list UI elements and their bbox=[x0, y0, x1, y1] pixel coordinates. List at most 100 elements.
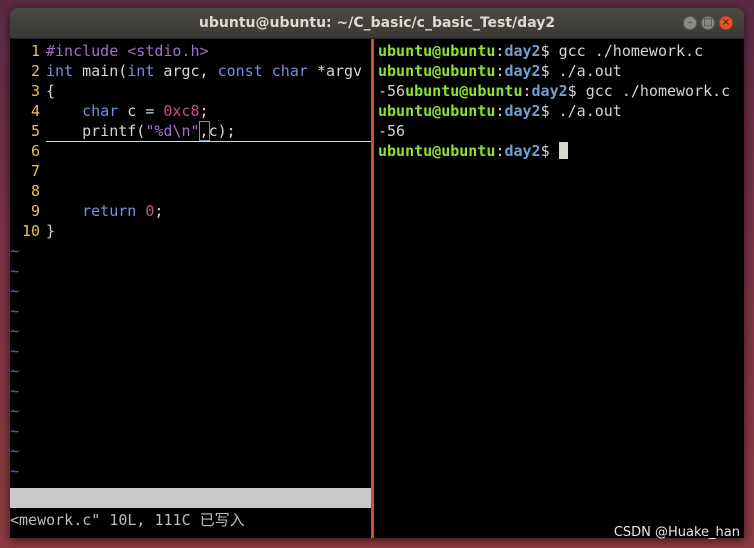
prompt-path: day2 bbox=[504, 42, 541, 60]
code-token: const bbox=[217, 62, 263, 80]
code-token: int bbox=[46, 62, 74, 80]
prompt-user: ubuntu@ubuntu bbox=[378, 102, 496, 120]
empty-line-tilde: ~ bbox=[10, 402, 20, 420]
shell-text: -56 bbox=[378, 82, 406, 100]
code-token: ; bbox=[199, 102, 209, 120]
line-number: 3 bbox=[30, 82, 40, 100]
shell-text: $ gcc ./homework.c bbox=[567, 82, 731, 100]
prompt-user: ubuntu@ubuntu bbox=[378, 42, 496, 60]
code-token: "%d\n" bbox=[145, 122, 200, 140]
shell-text: -56 bbox=[378, 122, 406, 140]
code-token: char bbox=[271, 62, 308, 80]
prompt-user: ubuntu@ubuntu bbox=[378, 142, 496, 160]
shell-line[interactable]: -56 bbox=[378, 121, 405, 141]
code-line[interactable]: 6 bbox=[10, 141, 46, 161]
shell-text: $ bbox=[540, 142, 559, 160]
empty-line-tilde: ~ bbox=[10, 442, 20, 460]
empty-line-tilde: ~ bbox=[10, 262, 20, 280]
prompt-path: day2 bbox=[504, 102, 541, 120]
code-text: return 0; bbox=[46, 202, 163, 220]
vim-editor-pane[interactable]: 1 #include <stdio.h> 2 int main(int argc, c… bbox=[10, 39, 371, 538]
code-text: } bbox=[46, 222, 55, 240]
close-button[interactable]: × bbox=[719, 16, 733, 30]
code-text: #include <stdio.h> bbox=[46, 42, 209, 60]
code-line[interactable]: 9 return 0; bbox=[10, 201, 163, 221]
line-number: 5 bbox=[30, 122, 40, 140]
line-number: 10 bbox=[21, 222, 40, 240]
empty-line-tilde: ~ bbox=[10, 462, 20, 480]
shell-line[interactable]: ubuntu@ubuntu:day2$ bbox=[378, 141, 568, 161]
code-line[interactable]: 4 char c = 0xc8; bbox=[10, 101, 209, 121]
code-line[interactable]: 1 #include <stdio.h> bbox=[10, 41, 209, 61]
code-token: int bbox=[127, 62, 155, 80]
code-line[interactable]: 7 bbox=[10, 161, 46, 181]
code-line[interactable]: 3{ bbox=[10, 81, 55, 101]
code-text: { bbox=[46, 82, 55, 100]
terminal-cursor bbox=[558, 142, 568, 159]
line-number: 4 bbox=[30, 102, 40, 120]
empty-line-tilde: ~ bbox=[10, 322, 20, 340]
code-token: { bbox=[46, 82, 56, 100]
code-text: char c = 0xc8; bbox=[46, 102, 209, 120]
code-line[interactable]: 10} bbox=[10, 221, 55, 241]
code-line[interactable]: 8 bbox=[10, 181, 46, 201]
vim-command-line[interactable]: <mework.c" 10L, 111C 已写入 bbox=[10, 510, 245, 530]
shell-text: $ gcc ./homework.c bbox=[540, 42, 704, 60]
code-token: c); bbox=[208, 122, 236, 140]
shell-text: $ ./a.out bbox=[540, 62, 622, 80]
line-number: 2 bbox=[30, 62, 40, 80]
vim-status-line: homework.c 5,15-18 全部 bbox=[10, 488, 371, 538]
code-token: <stdio.h> bbox=[127, 42, 209, 60]
text-cursor: , bbox=[198, 121, 210, 141]
code-token: *argv bbox=[307, 62, 363, 80]
code-token: printf( bbox=[46, 122, 146, 140]
empty-line-tilde: ~ bbox=[10, 242, 20, 260]
title-bar[interactable]: ubuntu@ubuntu: ~/C_basic/c_basic_Test/da… bbox=[10, 8, 744, 39]
line-number: 1 bbox=[30, 42, 40, 60]
shell-line[interactable]: -56ubuntu@ubuntu:day2$ gcc ./homework.c bbox=[378, 81, 730, 101]
shell-line[interactable]: ubuntu@ubuntu:day2$ gcc ./homework.c bbox=[378, 41, 703, 61]
code-token: char bbox=[82, 102, 119, 120]
code-text: printf("%d\n",c); bbox=[46, 121, 371, 142]
prompt-path: day2 bbox=[504, 142, 541, 160]
line-number: 9 bbox=[30, 202, 40, 220]
code-token: ; bbox=[154, 202, 164, 220]
line-number: 7 bbox=[30, 162, 40, 180]
prompt-path: day2 bbox=[531, 82, 568, 100]
maximize-button[interactable]: □ bbox=[701, 16, 715, 30]
code-token: } bbox=[46, 222, 56, 240]
prompt-user: ubuntu@ubuntu bbox=[378, 62, 496, 80]
shell-text: : bbox=[522, 82, 532, 100]
terminal-window: ubuntu@ubuntu: ~/C_basic/c_basic_Test/da… bbox=[10, 8, 744, 538]
watermark: CSDN @Huake_han bbox=[613, 525, 740, 540]
code-line[interactable]: 5 printf("%d\n",c); bbox=[10, 121, 371, 142]
empty-line-tilde: ~ bbox=[10, 362, 20, 380]
empty-line-tilde: ~ bbox=[10, 302, 20, 320]
code-token: 0xc8 bbox=[163, 102, 200, 120]
code-line[interactable]: 2 int main(int argc, const char *argv bbox=[10, 61, 362, 81]
code-token: c = bbox=[118, 102, 164, 120]
code-token: return bbox=[82, 202, 137, 220]
prompt-path: day2 bbox=[504, 62, 541, 80]
window-title: ubuntu@ubuntu: ~/C_basic/c_basic_Test/da… bbox=[198, 15, 556, 31]
code-token: #include bbox=[46, 42, 128, 60]
code-token: argc, bbox=[154, 62, 218, 80]
empty-line-tilde: ~ bbox=[10, 382, 20, 400]
line-number: 8 bbox=[30, 182, 40, 200]
shell-text: $ ./a.out bbox=[540, 102, 622, 120]
empty-line-tilde: ~ bbox=[10, 422, 20, 440]
shell-line[interactable]: ubuntu@ubuntu:day2$ ./a.out bbox=[378, 61, 622, 81]
line-number: 6 bbox=[30, 142, 40, 160]
shell-line[interactable]: ubuntu@ubuntu:day2$ ./a.out bbox=[378, 101, 622, 121]
empty-line-tilde: ~ bbox=[10, 342, 20, 360]
prompt-user: ubuntu@ubuntu bbox=[405, 82, 523, 100]
code-text: int main(int argc, const char *argv bbox=[46, 62, 362, 80]
shell-pane[interactable]: ubuntu@ubuntu:day2$ gcc ./homework.c ubun… bbox=[378, 39, 744, 538]
minimize-button[interactable]: – bbox=[683, 16, 697, 30]
code-token: main( bbox=[73, 62, 128, 80]
empty-line-tilde: ~ bbox=[10, 282, 20, 300]
